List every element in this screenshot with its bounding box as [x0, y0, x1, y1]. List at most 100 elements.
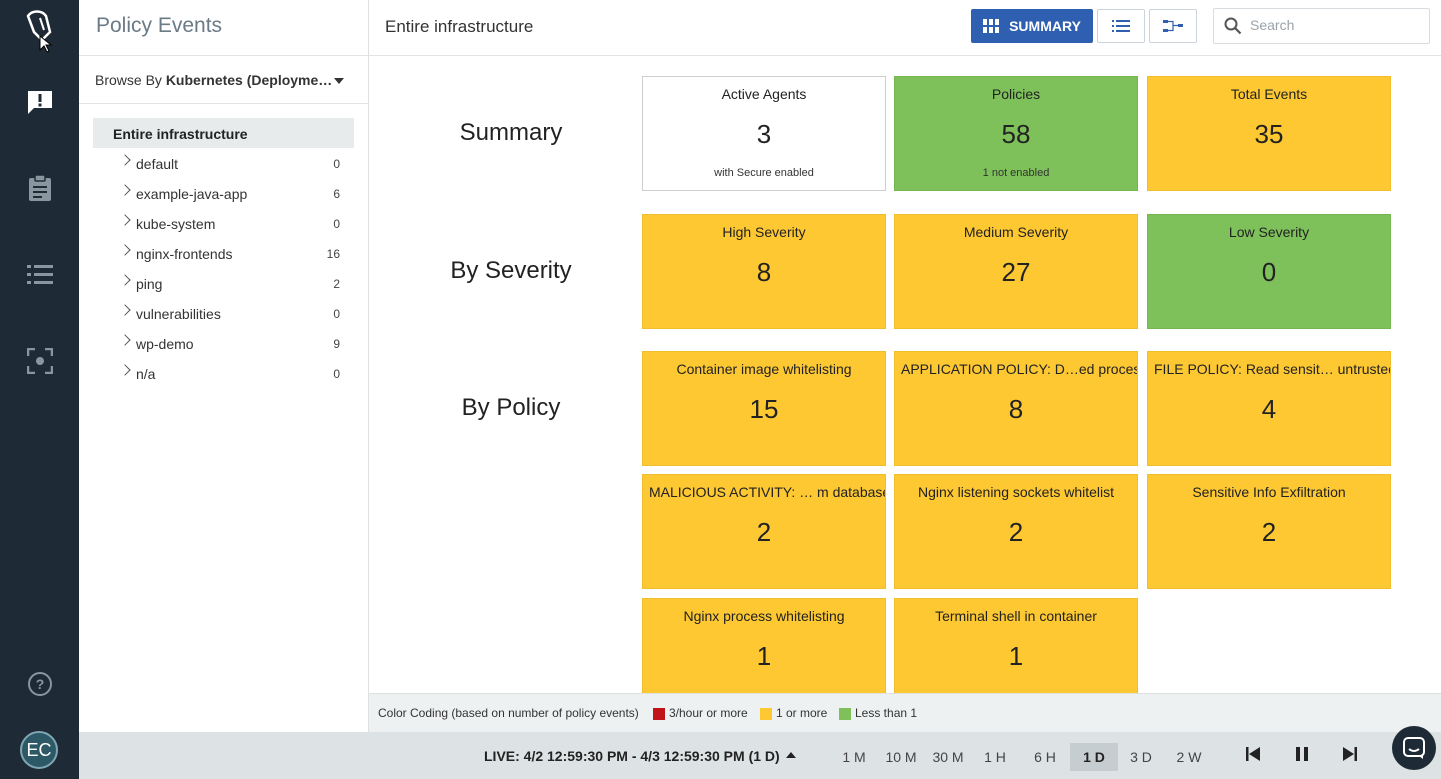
tile-label: Nginx process whitelisting [683, 608, 845, 624]
legend-label-green: Less than 1 [855, 706, 918, 720]
tile-label: Terminal shell in container [935, 608, 1097, 624]
tree-item[interactable]: default 0 [79, 148, 368, 178]
tree-item[interactable]: wp-demo 9 [79, 328, 368, 358]
pause-icon[interactable] [1294, 746, 1310, 762]
time-range-option[interactable]: 1 D [1070, 743, 1118, 771]
time-range-option[interactable]: 1 M [834, 743, 874, 771]
tile-value: 0 [1261, 257, 1277, 287]
color-coding-legend: Color Coding (based on number of policy … [369, 693, 1441, 732]
top-bar: Entire infrastructure SUMMARY [369, 0, 1441, 56]
tree-item-count: 0 [333, 307, 340, 321]
list-icon[interactable] [0, 245, 79, 305]
tree-item-count: 2 [333, 277, 340, 291]
section-policy-label: By Policy [461, 394, 561, 421]
scope-tree: Entire infrastructure default 0 example-ja… [79, 104, 368, 388]
summary-tile[interactable]: Total Events 35 [1147, 76, 1391, 191]
skip-forward-icon[interactable] [1342, 746, 1358, 762]
tile-label: Active Agents [721, 86, 807, 102]
tile-value: 27 [1001, 257, 1031, 287]
policy-tile[interactable]: FILE POLICY: Read sensit… untrusted 4 [1147, 351, 1391, 466]
summary-tile[interactable]: Policies 58 1 not enabled [894, 76, 1138, 191]
tree-item-count: 16 [326, 247, 340, 261]
scope-title: Entire infrastructure [385, 17, 534, 36]
clipboard-icon[interactable] [0, 158, 79, 218]
tree-item[interactable]: n/a 0 [79, 358, 368, 388]
grid-icon [983, 19, 1000, 33]
caret-up-icon[interactable] [786, 752, 796, 758]
tile-value: 8 [756, 257, 772, 287]
tree-item[interactable]: example-java-app 6 [79, 178, 368, 208]
time-range-option[interactable]: 1 H [976, 743, 1014, 771]
tree-root-item[interactable]: Entire infrastructure [93, 118, 354, 148]
policy-tile[interactable]: MALICIOUS ACTIVITY: … m database 2 [642, 474, 886, 589]
alert-icon[interactable] [0, 72, 79, 132]
summary-view-button[interactable]: SUMMARY [971, 9, 1093, 43]
search-box[interactable] [1213, 8, 1430, 44]
chevron-right-icon[interactable] [119, 334, 131, 346]
tile-value: 15 [749, 394, 779, 424]
tile-label: FILE POLICY: Read sensit… untrusted [1154, 361, 1390, 377]
summary-tile[interactable]: Active Agents 3 with Secure enabled [642, 76, 886, 191]
logo-icon[interactable] [0, 0, 79, 60]
tile-label: Container image whitelisting [676, 361, 852, 377]
chevron-right-icon[interactable] [119, 184, 131, 196]
severity-tile[interactable]: High Severity 8 [642, 214, 886, 329]
tile-value: 1 [756, 641, 772, 671]
time-range-option[interactable]: 3 D [1119, 743, 1163, 771]
chevron-right-icon[interactable] [119, 274, 131, 286]
live-time-range[interactable]: LIVE: 4/2 12:59:30 PM - 4/3 12:59:30 PM … [484, 748, 780, 764]
policy-tile[interactable]: Nginx listening sockets whitelist 2 [894, 474, 1138, 589]
tile-value: 2 [756, 517, 772, 547]
scan-icon[interactable] [0, 331, 79, 391]
policy-tile[interactable]: Terminal shell in container 1 [894, 598, 1138, 693]
panel-title: Policy Events [79, 0, 368, 56]
tree-item-name: ping [136, 276, 163, 292]
chevron-right-icon[interactable] [119, 364, 131, 376]
time-range-option[interactable]: 6 H [1023, 743, 1067, 771]
tree-item[interactable]: nginx-frontends 16 [79, 238, 368, 268]
browse-value: Kubernetes (Deployme… [165, 72, 333, 88]
search-input[interactable] [1250, 17, 1420, 33]
section-severity-label: By Severity [450, 257, 572, 284]
tile-label: High Severity [722, 224, 806, 240]
tile-value: 8 [1008, 394, 1024, 424]
legend-title: Color Coding (based on number of policy … [378, 706, 639, 720]
tree-item-count: 0 [333, 367, 340, 381]
policy-tile[interactable]: APPLICATION POLICY: D…ed process 8 [894, 351, 1138, 466]
search-icon [1224, 17, 1242, 35]
tile-label: Low Severity [1228, 224, 1310, 240]
tree-item-count: 0 [333, 157, 340, 171]
browse-by-dropdown[interactable]: Browse By Kubernetes (Deployme… [79, 56, 368, 104]
legend-label-red: 3/hour or more [669, 706, 748, 720]
chevron-right-icon[interactable] [119, 154, 131, 166]
tile-value: 4 [1261, 394, 1277, 424]
severity-tile[interactable]: Low Severity 0 [1147, 214, 1391, 329]
chevron-right-icon[interactable] [119, 244, 131, 256]
avatar[interactable]: EC [20, 731, 58, 769]
tree-item[interactable]: kube-system 0 [79, 208, 368, 238]
topology-view-button[interactable] [1149, 9, 1197, 43]
browse-prefix: Browse By [95, 72, 162, 88]
tile-subtext: with Secure enabled [714, 167, 814, 179]
chevron-right-icon[interactable] [119, 304, 131, 316]
skip-back-icon[interactable] [1245, 746, 1261, 762]
time-range-option[interactable]: 30 M [926, 743, 970, 771]
time-range-option[interactable]: 2 W [1166, 743, 1212, 771]
tree-item-name: kube-system [136, 216, 216, 232]
chevron-right-icon[interactable] [119, 214, 131, 226]
severity-tile[interactable]: Medium Severity 27 [894, 214, 1138, 329]
tile-label: Total Events [1230, 86, 1308, 102]
tree-item-count: 9 [333, 337, 340, 351]
tree-item[interactable]: vulnerabilities 0 [79, 298, 368, 328]
help-icon[interactable]: ? [0, 654, 79, 714]
policy-tile[interactable]: Nginx process whitelisting 1 [642, 598, 886, 693]
list-view-button[interactable] [1097, 9, 1145, 43]
tree-item-count: 0 [333, 217, 340, 231]
tree-item[interactable]: ping 2 [79, 268, 368, 298]
policy-tile[interactable]: Sensitive Info Exfiltration 2 [1147, 474, 1391, 589]
time-range-option[interactable]: 10 M [878, 743, 924, 771]
chat-button[interactable] [1392, 726, 1436, 770]
tile-value: 35 [1254, 119, 1284, 149]
svg-text:?: ? [35, 676, 44, 692]
policy-tile[interactable]: Container image whitelisting 15 [642, 351, 886, 466]
